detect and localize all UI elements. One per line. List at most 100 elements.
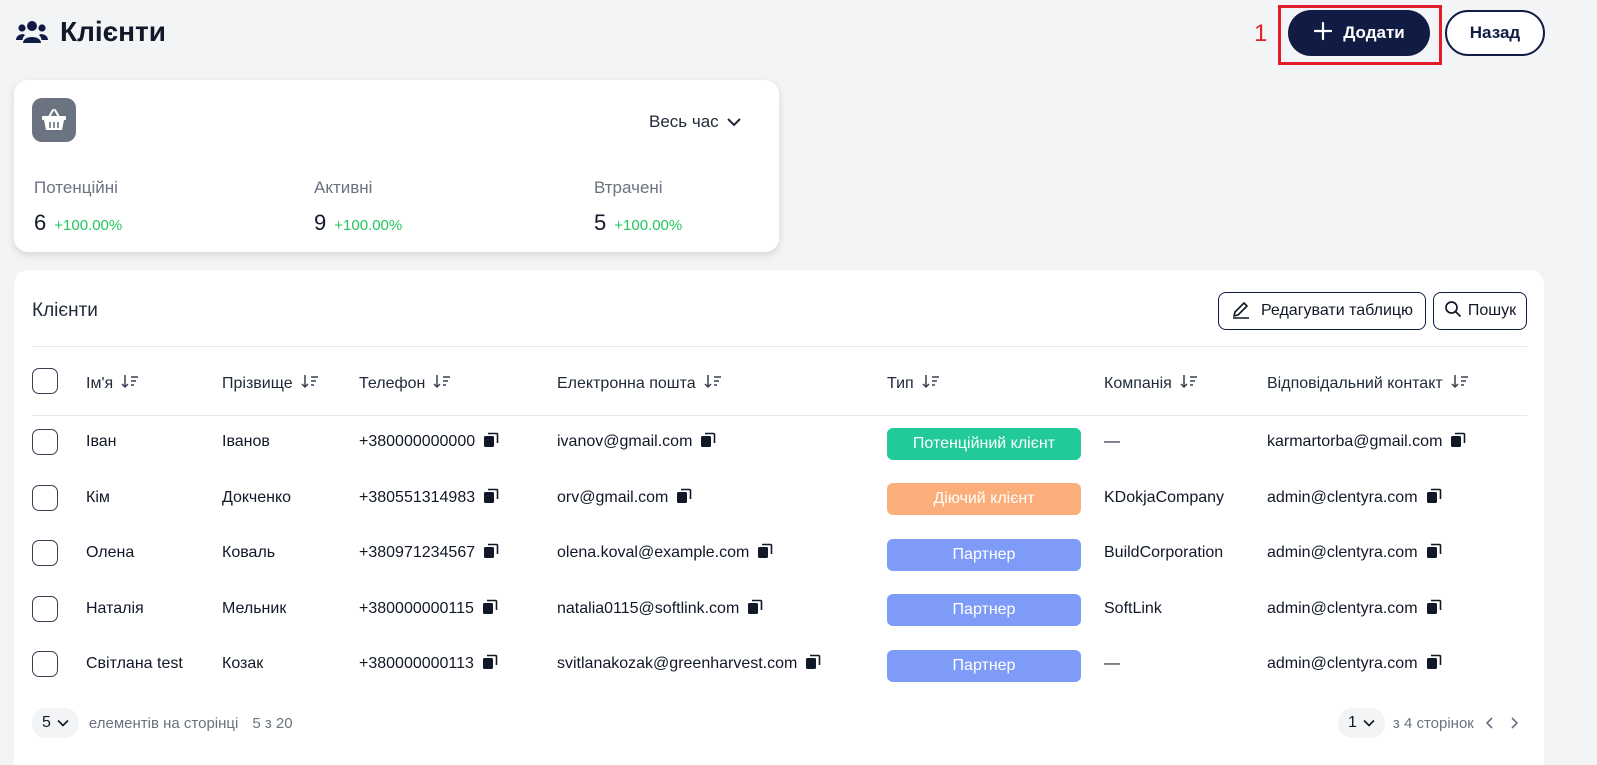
row-checkbox[interactable]	[32, 596, 58, 622]
clients-table-card: Клієнти Редагувати таблицю Пошук Ім'я Пр…	[14, 270, 1544, 765]
cell-first-name: Кім	[86, 489, 110, 506]
stat-label: Активні	[314, 178, 373, 197]
add-button-label: Додати	[1343, 23, 1405, 42]
stat-value: 6	[34, 210, 47, 235]
back-button[interactable]: Назад	[1445, 10, 1545, 56]
type-badge: Партнер	[887, 594, 1081, 626]
search-button[interactable]: Пошук	[1433, 292, 1527, 330]
column-header-first-name[interactable]: Ім'я	[86, 373, 139, 394]
cell-company: SoftLink	[1104, 600, 1162, 617]
next-page-icon[interactable]	[1506, 715, 1522, 731]
copy-icon[interactable]	[747, 599, 763, 620]
page-size-value: 5	[42, 714, 51, 731]
title-group: Клієнти	[16, 16, 166, 48]
sort-icon	[301, 373, 319, 394]
stat-value: 9	[314, 210, 327, 235]
row-checkbox[interactable]	[32, 651, 58, 677]
copy-icon[interactable]	[483, 432, 499, 453]
stat-active: Активні 9 +100.00%	[314, 178, 402, 236]
select-all-checkbox[interactable]	[32, 368, 58, 394]
sort-icon	[1451, 373, 1469, 394]
pagination-left: 5 елементів на сторінці 5 з 20	[32, 708, 293, 738]
cell-responsible: karmartorba@gmail.com	[1267, 429, 1466, 455]
cell-first-name: Світлана test	[86, 655, 183, 672]
cell-last-name: Коваль	[222, 544, 276, 561]
edit-table-label: Редагувати таблицю	[1260, 302, 1414, 319]
prev-page-icon[interactable]	[1482, 715, 1498, 731]
column-header-phone[interactable]: Телефон	[359, 373, 451, 394]
stat-change: +100.00%	[614, 217, 683, 234]
type-badge: Партнер	[887, 650, 1081, 682]
copy-icon[interactable]	[805, 654, 821, 675]
copy-icon[interactable]	[757, 543, 773, 564]
cell-company: BuildCorporation	[1104, 544, 1224, 561]
type-badge: Партнер	[887, 539, 1081, 571]
cell-company: —	[1104, 433, 1120, 450]
copy-icon[interactable]	[482, 599, 498, 620]
stat-change: +100.00%	[54, 217, 123, 234]
copy-icon[interactable]	[676, 488, 692, 509]
copy-icon[interactable]	[483, 488, 499, 509]
page-value: 1	[1348, 714, 1357, 731]
row-checkbox[interactable]	[32, 540, 58, 566]
sort-icon	[1180, 373, 1198, 394]
users-icon	[16, 19, 48, 45]
pencil-icon	[1231, 299, 1251, 324]
cell-phone: +380000000000	[359, 429, 499, 455]
column-header-type[interactable]: Тип	[887, 373, 940, 394]
cell-phone: +380551314983	[359, 485, 499, 511]
plus-icon	[1313, 21, 1333, 46]
cell-responsible: admin@clentyra.com	[1267, 485, 1442, 511]
column-header-responsible[interactable]: Відповідальний контакт	[1267, 373, 1469, 394]
copy-icon[interactable]	[1426, 543, 1442, 564]
row-checkbox[interactable]	[32, 429, 58, 455]
table-title: Клієнти	[32, 300, 98, 321]
page-size-select[interactable]: 5	[32, 708, 79, 738]
sort-icon	[704, 373, 722, 394]
search-icon	[1444, 300, 1462, 323]
pagination-right: 1 з 4 сторінок	[1338, 708, 1522, 738]
stat-label: Потенційні	[34, 178, 118, 197]
cell-phone: +380000000115	[359, 596, 498, 622]
divider	[32, 415, 1527, 416]
edit-table-button[interactable]: Редагувати таблицю	[1218, 292, 1426, 330]
type-badge: Діючий клієнт	[887, 483, 1081, 515]
items-range: 5 з 20	[252, 714, 293, 732]
chevron-down-icon	[57, 714, 69, 732]
copy-icon[interactable]	[1426, 654, 1442, 675]
divider	[32, 346, 1527, 347]
page-select[interactable]: 1	[1338, 708, 1385, 738]
column-header-company[interactable]: Компанія	[1104, 373, 1198, 394]
copy-icon[interactable]	[482, 654, 498, 675]
copy-icon[interactable]	[483, 543, 499, 564]
column-header-email[interactable]: Електронна пошта	[557, 373, 722, 394]
stat-value: 5	[594, 210, 607, 235]
column-header-last-name[interactable]: Прізвище	[222, 373, 319, 394]
cell-first-name: Наталія	[86, 600, 144, 617]
row-checkbox[interactable]	[32, 485, 58, 511]
stat-potential: Потенційні 6 +100.00%	[34, 178, 122, 236]
search-label: Пошук	[1467, 302, 1517, 319]
chevron-down-icon	[1363, 714, 1375, 732]
cell-last-name: Козак	[222, 655, 264, 672]
page-size-label: елементів на сторінці	[88, 714, 239, 732]
copy-icon[interactable]	[1450, 432, 1466, 453]
copy-icon[interactable]	[1426, 488, 1442, 509]
stat-change: +100.00%	[334, 217, 403, 234]
cell-responsible: admin@clentyra.com	[1267, 596, 1442, 622]
add-button[interactable]: Додати	[1288, 10, 1430, 56]
type-badge: Потенційний клієнт	[887, 428, 1081, 460]
annotation-number: 1	[1254, 20, 1268, 47]
cell-email: ivanov@gmail.com	[557, 429, 716, 455]
stat-lost: Втрачені 5 +100.00%	[594, 178, 682, 236]
page-header: Клієнти 1 Додати Назад	[0, 0, 1597, 72]
period-select[interactable]: Весь час	[649, 112, 741, 132]
copy-icon[interactable]	[700, 432, 716, 453]
cell-company: —	[1104, 655, 1120, 672]
stats-card: Весь час Потенційні 6 +100.00% Активні 9…	[14, 80, 779, 252]
copy-icon[interactable]	[1426, 599, 1442, 620]
stat-label: Втрачені	[594, 178, 663, 197]
period-label: Весь час	[649, 112, 719, 131]
total-pages-label: з 4 сторінок	[1392, 714, 1474, 732]
cell-company: KDokjaCompany	[1104, 489, 1225, 506]
